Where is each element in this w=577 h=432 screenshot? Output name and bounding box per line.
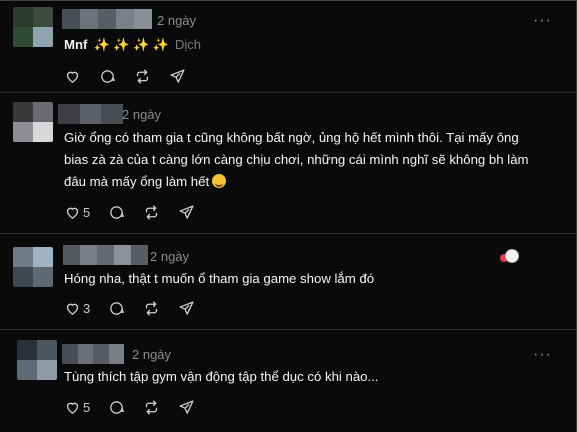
username-pixel (101, 104, 123, 124)
avatar-pixel (37, 360, 57, 380)
laughing-emoji-icon (212, 174, 227, 188)
username-pixel (79, 104, 102, 124)
send-icon[interactable] (178, 300, 195, 317)
avatar-pixel (13, 102, 33, 122)
comment-icon[interactable] (108, 204, 125, 221)
thread-post: 2 ngày ··· Tùng thích tập gym vận động t… (0, 330, 577, 432)
timestamp: 2 ngày (122, 107, 162, 122)
comment-icon[interactable] (108, 399, 125, 416)
username-pixel (62, 9, 81, 29)
post-body: Mnf (64, 37, 88, 52)
avatar-pixel (13, 122, 33, 142)
thread-post: 2 ngày ··· Mnf ✨ ✨ ✨ ✨ Dịch (0, 0, 577, 93)
post-body: Hóng nha, thật t muốn ổ tham gia game sh… (64, 271, 375, 286)
like-count: 3 (83, 300, 91, 316)
username-pixel (116, 9, 135, 29)
post-actions: 5 (64, 396, 213, 418)
username-pixel (62, 344, 78, 364)
avatar-pixel (33, 267, 53, 287)
thread-post: 2 ngày Giờ ổng có tham gia t cũng không … (0, 93, 577, 234)
avatar-pixel (17, 360, 37, 380)
comment-icon[interactable] (108, 300, 125, 317)
reaction-avatar (505, 249, 519, 263)
avatar-pixel (33, 27, 53, 47)
username[interactable] (62, 9, 152, 29)
username-pixel (108, 344, 124, 364)
avatar-pixel (33, 7, 53, 27)
timestamp: 2 ngày (157, 13, 197, 28)
avatar-pixel (33, 102, 53, 122)
post-actions (64, 65, 204, 87)
post-actions: 5 (64, 201, 213, 223)
username-pixel (98, 9, 117, 29)
more-icon[interactable]: ··· (533, 13, 552, 29)
avatar-pixel (13, 267, 33, 287)
username[interactable] (58, 104, 123, 124)
username-pixel (134, 9, 152, 29)
username[interactable] (63, 245, 148, 265)
avatar-pixel (13, 247, 33, 267)
thread-feed: 2 ngày ··· Mnf ✨ ✨ ✨ ✨ Dịch 2 ngày Giờ ổng… (0, 0, 577, 432)
username-pixel (93, 344, 109, 364)
timestamp: 2 ngày (132, 347, 172, 362)
repost-icon[interactable] (143, 399, 160, 416)
post-body: Giờ ổng có tham gia t cũng không bất ngờ… (64, 130, 529, 189)
avatar[interactable] (13, 102, 53, 142)
heart-icon[interactable]: 3 (64, 300, 90, 317)
sparkles-emoji: ✨ ✨ ✨ ✨ (93, 37, 170, 52)
send-icon[interactable] (178, 399, 195, 416)
avatar-pixel (33, 122, 53, 142)
username-pixel (80, 9, 99, 29)
repost-icon[interactable] (134, 68, 151, 85)
avatar-pixel (37, 340, 57, 360)
translate-link[interactable]: Dịch (175, 37, 201, 52)
like-count: 5 (83, 399, 91, 415)
username[interactable] (62, 344, 124, 364)
username-pixel (97, 245, 115, 265)
repost-icon[interactable] (143, 300, 160, 317)
timestamp: 2 ngày (150, 249, 190, 264)
username-pixel (58, 104, 80, 124)
post-actions: 3 (64, 297, 213, 319)
send-icon[interactable] (169, 68, 186, 85)
like-count: 5 (83, 204, 91, 220)
username-pixel (114, 245, 132, 265)
avatar[interactable] (17, 340, 57, 380)
comment-icon[interactable] (99, 68, 116, 85)
send-icon[interactable] (178, 204, 195, 221)
post-text: Hóng nha, thật t muốn ổ tham gia game sh… (64, 268, 534, 290)
post-body: Tùng thích tập gym vận động tập thể dục … (64, 369, 379, 384)
username-pixel (80, 245, 98, 265)
username-pixel (77, 344, 94, 364)
thread-post: 2 ngày Hóng nha, thật t muốn ổ tham gia … (0, 234, 577, 330)
avatar-pixel (33, 247, 53, 267)
avatar-pixel (13, 27, 33, 47)
repost-icon[interactable] (143, 204, 160, 221)
heart-icon[interactable]: 5 (64, 399, 90, 416)
username-pixel (131, 245, 148, 265)
heart-icon[interactable] (64, 68, 81, 85)
avatar[interactable] (13, 7, 53, 47)
heart-icon[interactable]: 5 (64, 204, 90, 221)
username-pixel (63, 245, 81, 265)
more-icon[interactable]: ··· (533, 347, 552, 363)
post-text: Giờ ổng có tham gia t cũng không bất ngờ… (64, 127, 534, 193)
avatar-pixel (13, 7, 33, 27)
heart-reaction-icon[interactable] (500, 248, 519, 266)
post-text: Tùng thích tập gym vận động tập thể dục … (64, 366, 534, 388)
post-text: Mnf ✨ ✨ ✨ ✨ Dịch (64, 34, 544, 56)
avatar[interactable] (13, 247, 53, 287)
avatar-pixel (17, 340, 37, 360)
